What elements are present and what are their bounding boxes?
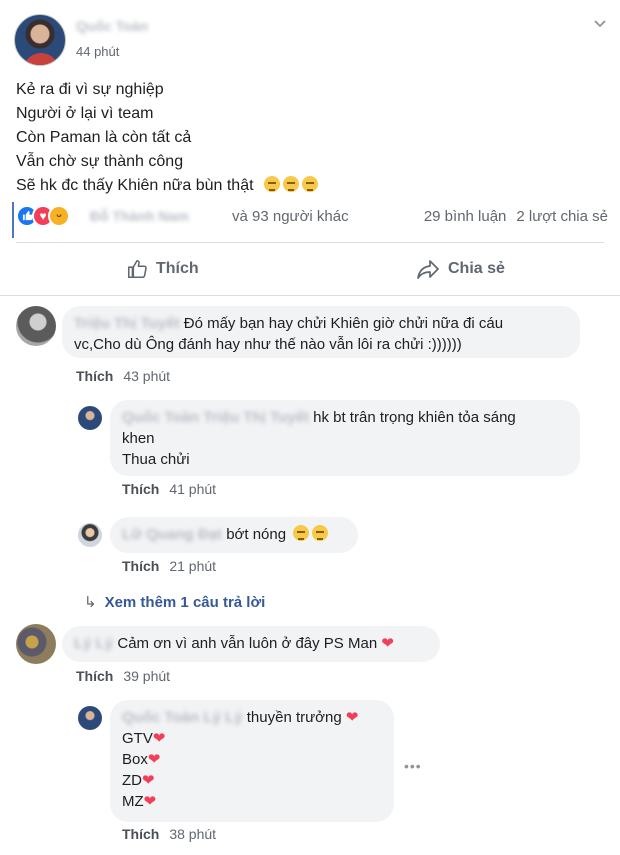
post-line-text: Sẽ hk đc thấy Khiên nữa bùn thật [16,177,254,194]
reaction-icons[interactable]: ♥ ᵕ [16,205,84,229]
commenter-name[interactable]: Triệu Thị Tuyết [74,315,180,332]
reply-text: thuyền trưởng [246,709,342,726]
reply-list-item: ZD [122,772,142,789]
thumbs-up-icon [127,259,147,279]
post-line: Kẻ ra đi vì sự nghiệp [16,81,164,98]
reply-like-link[interactable]: Thích [122,481,159,497]
comments-count[interactable]: 29 bình luận [424,208,507,225]
comment-time[interactable]: 43 phút [123,368,170,384]
reply-like-link[interactable]: Thích [122,826,159,842]
share-button-label: Chia sẻ [448,260,505,277]
replier-name[interactable]: Quốc Toàn Triệu Thị Tuyết [122,409,309,426]
comment-like-link[interactable]: Thích [76,668,113,684]
reply-time[interactable]: 41 phút [169,481,216,497]
share-arrow-icon [417,260,439,279]
comment-meta: Thích 43 phút [76,368,170,384]
comment-text: Cảm ơn vì anh vẫn luôn ở đây PS Man [117,635,378,652]
reply-like-link[interactable]: Thích [122,558,159,574]
heart-icon: ❤ [147,751,161,768]
post-line: Còn Paman là còn tất cả [16,129,192,146]
comment-like-link[interactable]: Thích [76,368,113,384]
reply-meta: Thích 41 phút [122,481,216,497]
engagement-counts: 29 bình luận 2 lượt chia sẻ [414,208,608,225]
commenter-name[interactable]: Lý Lý [74,635,113,652]
commenter-avatar[interactable] [16,306,56,346]
commenter-avatar[interactable] [16,624,56,664]
reply-list-item: MZ [122,793,144,810]
replier-avatar[interactable] [78,523,102,547]
like-button[interactable]: Thích [126,256,199,282]
reply-list-item: GTV [122,730,153,747]
post-text: Kẻ ra đi vì sự nghiệp Người ở lại vì tea… [16,78,318,198]
comment-text: vc,Cho dù Ông đánh hay như thế nào vẫn l… [74,336,462,353]
comment-time[interactable]: 39 phút [123,668,170,684]
reply-meta: Thích 21 phút [122,558,216,574]
post-line: Vẫn chờ sự thành công [16,153,184,170]
heart-icon: ❤ [345,709,359,726]
selection-indicator [12,202,14,238]
laughing-emoji-icon [293,525,310,541]
reply-text: hk bt trân trọng khiên tỏa sáng [313,409,516,426]
post-line: Người ở lại vì team [16,105,154,122]
replier-name[interactable]: Lữ Quang Đạt [122,526,222,543]
facebook-post: Quốc Toàn 44 phút Kẻ ra đi vì sự nghiệp … [0,0,620,855]
reply-bubble: Quốc Toàn Lý Lý thuyền trưởng ❤ GTV❤ Box… [110,700,394,822]
reply-arrow-icon: ↳ [84,594,97,611]
reply-text: bớt nóng [226,526,287,543]
comment-bubble: Lý Lý Cảm ơn vì anh vẫn luôn ở đây PS Ma… [62,626,440,662]
heart-icon: ❤ [143,793,157,810]
post-timestamp[interactable]: 44 phút [76,44,119,59]
reactors-count[interactable]: và 93 người khác [232,208,349,225]
comments-divider [0,295,620,296]
comment-meta: Thích 39 phút [76,668,170,684]
author-name[interactable]: Quốc Toàn [76,18,148,34]
more-options-icon[interactable]: ••• [404,758,422,774]
divider [16,242,604,243]
disappointed-face-icon [302,176,318,192]
reply-bubble: Quốc Toàn Triệu Thị Tuyết hk bt trân trọ… [110,400,580,476]
reply-bubble: Lữ Quang Đạt bớt nóng [110,517,358,553]
view-more-replies-label: Xem thêm 1 câu trả lời [104,594,266,611]
haha-icon: ᵕ [48,205,70,227]
heart-icon: ❤ [152,730,166,747]
like-button-label: Thích [156,260,199,277]
reply-text: khen [122,430,155,447]
post-line: Sẽ hk đc thấy Khiên nữa bùn thật [16,174,318,198]
reply-text: Thua chửi [122,451,190,468]
reply-time[interactable]: 21 phút [169,558,216,574]
heart-icon: ❤ [381,635,394,652]
shares-count[interactable]: 2 lượt chia sẻ [516,208,608,225]
reply-meta: Thích 38 phút [122,826,216,842]
laughing-emoji-icon [312,525,329,541]
reply-time[interactable]: 38 phút [169,826,216,842]
comment-bubble: Triệu Thị Tuyết Đó mấy bạn hay chửi Khiê… [62,306,580,358]
view-more-replies-link[interactable]: ↳ Xem thêm 1 câu trả lời [84,593,265,611]
disappointed-face-icon [264,176,280,192]
replier-avatar[interactable] [78,706,102,730]
disappointed-face-icon [283,176,299,192]
chevron-down-icon[interactable] [592,16,608,32]
replier-avatar[interactable] [78,406,102,430]
heart-icon: ❤ [142,772,155,789]
author-avatar[interactable] [14,14,66,66]
reply-list-item: Box [122,751,148,768]
first-reactor-name[interactable]: Đỗ Thành Nam [90,208,189,224]
share-button[interactable]: Chia sẻ [416,256,505,282]
replier-name[interactable]: Quốc Toàn Lý Lý [122,709,243,726]
comment-text: Đó mấy bạn hay chửi Khiên giờ chửi nữa đ… [183,315,504,332]
